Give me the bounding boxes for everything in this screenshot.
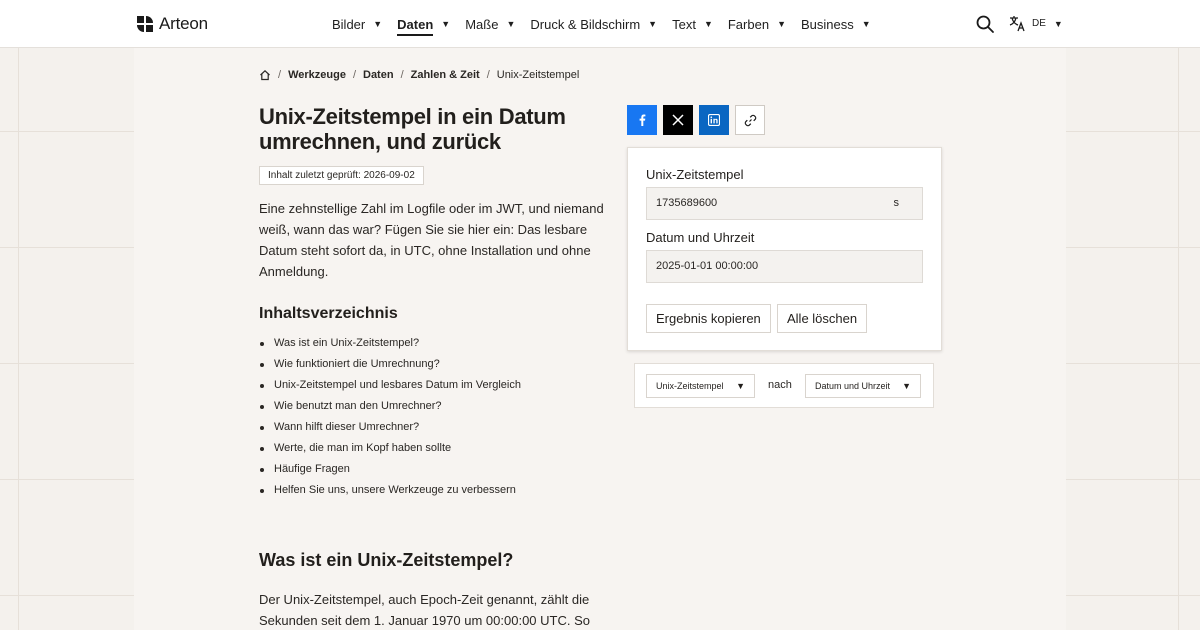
toc-item[interactable]: Unix-Zeitstempel und lesbares Datum im V… xyxy=(259,375,521,396)
chevron-down-icon: ▼ xyxy=(902,381,911,391)
x-icon xyxy=(672,114,684,126)
chevron-down-icon: ▼ xyxy=(736,381,745,391)
chevron-down-icon: ▼ xyxy=(703,19,713,29)
datetime-output[interactable]: 2025-01-01 00:00:00 xyxy=(646,250,923,283)
nav-label: Business xyxy=(800,16,854,32)
intro-text: Eine zehnstellige Zahl im Logfile oder i… xyxy=(259,201,604,279)
language-code: DE xyxy=(1032,18,1046,29)
breadcrumb-werkzeuge[interactable]: Werkzeuge xyxy=(288,69,346,81)
toc-item[interactable]: Häufige Fragen xyxy=(259,459,521,480)
direction-separator: nach xyxy=(768,379,792,391)
breadcrumb-separator: / xyxy=(400,69,404,81)
chevron-down-icon: ▼ xyxy=(648,19,658,29)
breadcrumb-separator: / xyxy=(486,69,490,81)
timestamp-input[interactable]: 1735689600 s xyxy=(646,187,923,220)
nav-item-bilder[interactable]: Bilder ▼ xyxy=(332,0,382,48)
timestamp-unit: s xyxy=(893,197,900,209)
section-body: Der Unix-Zeitstempel, auch Epoch-Zeit ge… xyxy=(259,592,590,628)
copy-result-button[interactable]: Ergebnis kopieren xyxy=(646,304,771,333)
nav-item-farben[interactable]: Farben ▼ xyxy=(728,0,786,48)
nav-item-masse[interactable]: Maße ▼ xyxy=(465,0,515,48)
nav-label: Farben xyxy=(727,16,770,32)
share-bar xyxy=(627,105,765,135)
site-header: Arteon Bilder ▼ Daten ▼ Maße ▼ Druck & B… xyxy=(0,0,1200,48)
nav-label: Druck & Bildschirm xyxy=(530,16,641,32)
from-unit-value: Unix-Zeitstempel xyxy=(656,381,724,391)
timestamp-value: 1735689600 xyxy=(656,197,718,209)
toc-item[interactable]: Wann hilft dieser Umrechner? xyxy=(259,417,521,438)
search-button[interactable] xyxy=(975,14,995,34)
brand-logo[interactable]: Arteon xyxy=(137,14,208,34)
breadcrumb-daten[interactable]: Daten xyxy=(363,69,394,81)
link-icon xyxy=(744,114,756,126)
nav-item-business[interactable]: Business ▼ xyxy=(801,0,871,48)
breadcrumb: / Werkzeuge / Daten / Zahlen & Zeit / Un… xyxy=(259,69,579,81)
chevron-down-icon: ▼ xyxy=(861,19,871,29)
toc-item[interactable]: Helfen Sie uns, unsere Werkzeuge zu verb… xyxy=(259,480,521,501)
nav-item-daten[interactable]: Daten ▼ xyxy=(397,0,450,48)
direction-selector: Unix-Zeitstempel ▼ nach Datum und Uhrzei… xyxy=(634,363,934,408)
nav-label: Daten xyxy=(397,17,434,36)
to-unit-value: Datum und Uhrzeit xyxy=(815,381,891,391)
chevron-down-icon: ▼ xyxy=(777,19,786,29)
nav-label: Text xyxy=(672,16,696,32)
to-unit-select[interactable]: Datum und Uhrzeit ▼ xyxy=(805,374,921,398)
datetime-label: Datum und Uhrzeit xyxy=(646,230,755,245)
chevron-down-icon: ▼ xyxy=(373,19,383,29)
clear-all-button[interactable]: Alle löschen xyxy=(777,304,868,333)
toc-item[interactable]: Was ist ein Unix-Zeitstempel? xyxy=(259,333,521,354)
section-heading: Was ist ein Unix-Zeitstempel? xyxy=(259,550,514,570)
main-nav: Bilder ▼ Daten ▼ Maße ▼ Druck & Bildschi… xyxy=(332,0,886,48)
nav-item-text[interactable]: Text ▼ xyxy=(672,0,713,48)
logo-icon xyxy=(137,16,153,32)
search-icon xyxy=(976,15,994,33)
converter-card: Unix-Zeitstempel 1735689600 s Datum und … xyxy=(627,147,942,351)
translate-icon xyxy=(1009,16,1025,32)
breadcrumb-zahlen-zeit[interactable]: Zahlen & Zeit xyxy=(411,69,480,81)
breadcrumb-separator: / xyxy=(352,69,356,81)
chevron-down-icon: ▼ xyxy=(506,19,516,29)
breadcrumb-separator: / xyxy=(278,69,282,81)
toc-item[interactable]: Wie benutzt man den Umrechner? xyxy=(259,396,521,417)
facebook-icon xyxy=(639,114,646,126)
nav-label: Maße xyxy=(465,16,499,32)
toc-heading: Inhaltsverzeichnis xyxy=(259,305,398,322)
toc-item[interactable]: Wie funktioniert die Umrechnung? xyxy=(259,354,521,375)
nav-item-druck-bildschirm[interactable]: Druck & Bildschirm ▼ xyxy=(530,0,657,48)
brand-name: Arteon xyxy=(159,14,208,33)
breadcrumb-current: Unix-Zeitstempel xyxy=(496,69,580,81)
page-title: Unix-Zeitstempel in ein Datum umrechnen,… xyxy=(259,104,566,154)
share-facebook-button[interactable] xyxy=(627,105,657,135)
copy-link-button[interactable] xyxy=(735,105,765,135)
share-x-button[interactable] xyxy=(663,105,693,135)
toc-item[interactable]: Werte, die man im Kopf haben sollte xyxy=(259,438,521,459)
home-icon[interactable] xyxy=(259,69,271,81)
linkedin-icon xyxy=(708,114,720,126)
chevron-down-icon: ▼ xyxy=(441,19,451,29)
datetime-value: 2025-01-01 00:00:00 xyxy=(656,260,759,272)
timestamp-label: Unix-Zeitstempel xyxy=(646,167,744,182)
chevron-down-icon: ▼ xyxy=(1053,18,1063,29)
from-unit-select[interactable]: Unix-Zeitstempel ▼ xyxy=(646,374,755,398)
language-selector[interactable]: DE ▼ xyxy=(1009,15,1063,32)
share-linkedin-button[interactable] xyxy=(699,105,729,135)
last-checked-badge: Inhalt zuletzt geprüft: 2026-09-02 xyxy=(259,166,424,185)
nav-label: Bilder xyxy=(332,16,366,32)
toc-list: Was ist ein Unix-Zeitstempel? Wie funkti… xyxy=(259,333,521,501)
